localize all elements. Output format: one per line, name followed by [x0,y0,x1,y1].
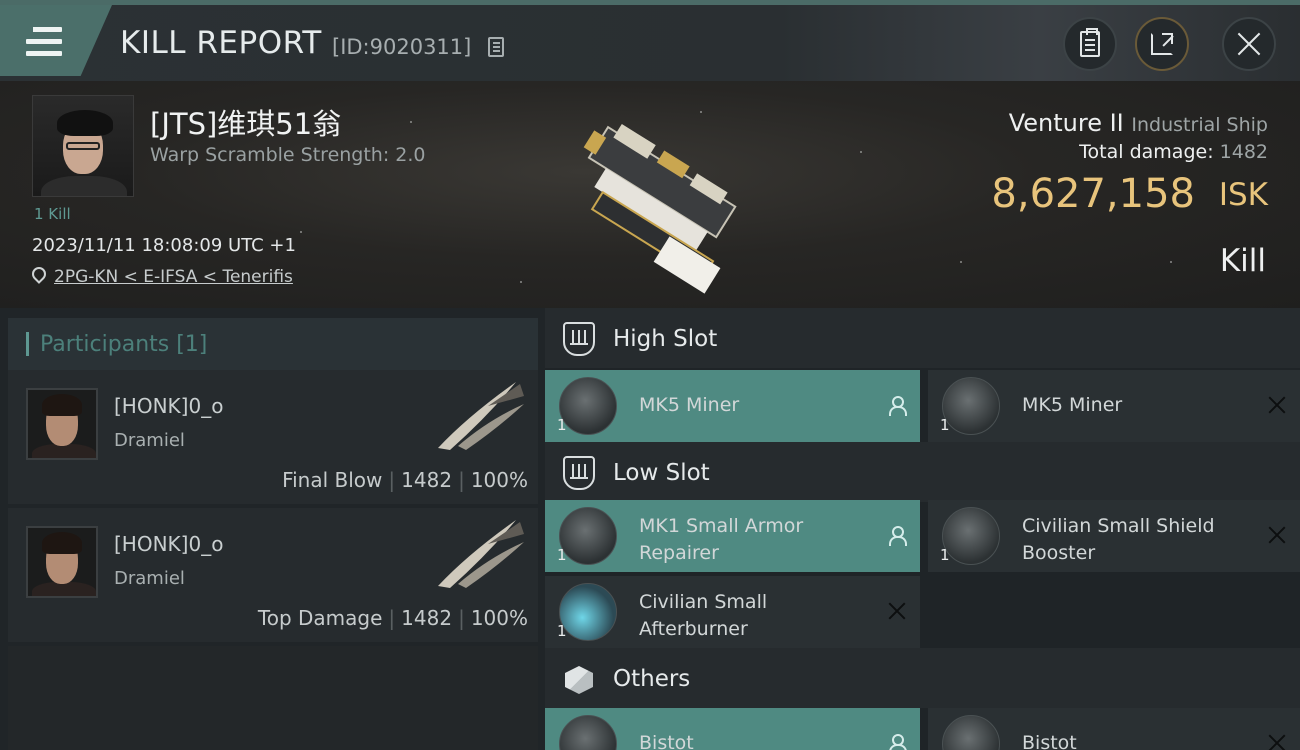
fitting-item[interactable]: 1 MK5 Miner [545,370,920,442]
item-name: Civilian Small Afterburner [639,591,768,640]
armor-repairer-icon [559,507,617,565]
close-icon [1236,31,1262,57]
item-name: Civilian Small Shield Booster [1022,515,1215,564]
cargo-box-icon [565,666,593,694]
destroyed-x-icon [1268,396,1286,414]
item-name: Bistot [1022,732,1077,750]
fitting-panel: High Slot 1 MK5 Miner 1 MK5 Miner Low Sl… [545,308,1300,750]
kill-count: 1 Kill [34,205,71,223]
location-pin-icon [29,264,49,284]
share-button[interactable] [1135,17,1189,71]
low-slot-icon [563,456,595,490]
clipboard-icon [1080,28,1100,57]
victim-summary: [JTS]维琪51翁 Warp Scramble Strength: 2.0 1… [0,81,1300,308]
isk-unit: ISK [1218,177,1268,213]
participants-panel: Participants [1] [HONK]0_o Dramiel Final… [0,308,545,750]
clipboard-button[interactable] [1063,17,1117,71]
person-icon [888,526,907,546]
participant-row[interactable]: [HONK]0_o Dramiel Top Damage | 1482 | 100% [8,508,538,642]
menu-icon[interactable] [26,27,62,57]
item-quantity: 1 [557,416,567,434]
victim-ship-name[interactable]: Venture II Industrial Ship [1009,109,1268,137]
item-name: MK5 Miner [639,394,740,416]
fitting-item[interactable]: 1 Bistot [545,708,920,750]
warp-scramble-strength: Warp Scramble Strength: 2.0 [150,144,426,166]
high-slot-icon [563,322,595,356]
others-header: Others [545,648,1300,708]
participant-name: [HONK]0_o [114,532,224,556]
fitting-item[interactable]: 1 Civilian Small Shield Booster [928,500,1300,572]
item-quantity: 1 [557,546,567,564]
low-slot-title: Low Slot [613,460,710,486]
participant-name: [HONK]0_o [114,394,224,418]
item-quantity: 1 [557,622,567,640]
high-slot-header: High Slot [545,308,1300,368]
fitting-item[interactable]: 1 MK5 Miner [928,370,1300,442]
ore-icon [942,715,1000,750]
participant-ship: Dramiel [114,430,185,451]
share-icon [1151,33,1173,55]
location-link[interactable]: 2PG-KN < E-IFSA < Tenerifis [54,267,293,287]
avatar [26,526,98,598]
participants-title: Participants [1] [40,332,208,357]
afterburner-icon [559,583,617,641]
person-icon [888,734,907,750]
others-title: Others [613,666,691,692]
dramiel-ship-icon [438,520,524,588]
fitting-item[interactable]: 1 Bistot [928,708,1300,750]
victim-pilot-name[interactable]: [JTS]维琪51翁 [150,101,341,143]
avatar [26,388,98,460]
participant-row[interactable]: [HONK]0_o Dramiel Final Blow | 1482 | 100% [8,370,538,504]
participants-empty-area [8,646,538,750]
miner-module-icon [942,377,1000,435]
kill-id: [ID:9020311] [332,35,472,59]
item-name: MK1 Small Armor Repairer [639,515,804,564]
low-slot-header: Low Slot [545,442,1300,502]
item-name: MK5 Miner [1022,394,1123,416]
item-quantity: 1 [940,546,950,564]
kill-datetime: 2023/11/11 18:08:09 UTC +1 [32,235,296,256]
ore-icon [559,715,617,750]
victim-ship-render [583,123,737,294]
total-damage: Total damage: 1482 [1079,141,1268,163]
item-quantity: 1 [940,416,950,434]
participant-stats: Top Damage | 1482 | 100% [257,606,528,630]
destroyed-x-icon [888,602,906,620]
ship-class: Industrial Ship [1131,114,1268,136]
victim-portrait[interactable] [32,95,134,197]
isk-value: 8,627,158 [991,171,1195,217]
miner-module-icon [559,377,617,435]
fitting-item[interactable]: 1 MK1 Small Armor Repairer [545,500,920,572]
item-name: Bistot [639,732,694,750]
close-button[interactable] [1222,17,1276,71]
participants-header: Participants [1] [8,318,538,370]
participant-ship: Dramiel [114,568,185,589]
high-slot-title: High Slot [613,326,718,352]
participant-stats: Final Blow | 1482 | 100% [282,468,528,492]
result-label: Kill [1219,243,1266,279]
destroyed-x-icon [1268,734,1286,750]
dramiel-ship-icon [438,382,524,450]
fitting-item[interactable]: 1 Civilian Small Afterburner [545,576,920,648]
destroyed-x-icon [1268,526,1286,544]
shield-booster-icon [942,507,1000,565]
person-icon [888,396,907,416]
copy-icon[interactable] [488,37,504,57]
page-title: KILL REPORT [120,25,322,61]
